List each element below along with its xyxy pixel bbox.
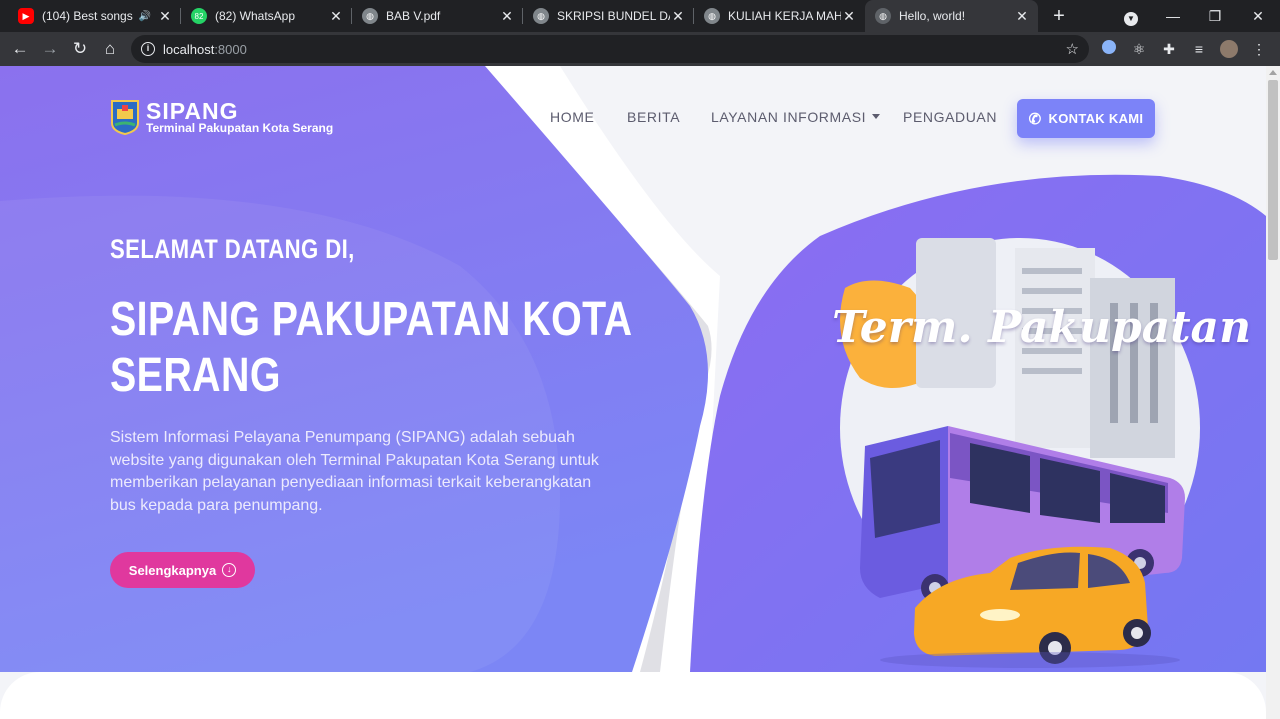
bus-terminal-illustration [840, 238, 1200, 668]
address-bar[interactable]: i localhost:8000 ☆ [131, 35, 1089, 63]
restore-button[interactable]: ❐ [1200, 4, 1230, 28]
tab-strip: ▶ (104) Best songs to 🔊 ✕ 82 (82) WhatsA… [0, 0, 1280, 32]
nav-layanan-informasi[interactable]: LAYANAN INFORMASI [711, 109, 881, 125]
page-viewport: SIPANG Terminal Pakupatan Kota Serang HO… [0, 66, 1266, 719]
chrome-menu-icon[interactable]: ⋮ [1250, 40, 1268, 58]
profile-avatar[interactable] [1220, 40, 1238, 58]
tab-whatsapp[interactable]: 82 (82) WhatsApp ✕ [181, 0, 352, 32]
nav-home[interactable]: HOME [550, 109, 594, 125]
browser-toolbar: ← → ↻ ⌂ i localhost:8000 ☆ ⚛ ✚ ≡ ⋮ [0, 32, 1280, 66]
hero-title: SIPANG PAKUPATAN KOTA SERANG [110, 293, 632, 402]
close-tab-icon[interactable]: ✕ [841, 8, 857, 24]
next-section-card [0, 672, 1266, 719]
minimize-button[interactable]: — [1158, 4, 1188, 28]
close-tab-icon[interactable]: ✕ [499, 8, 515, 24]
react-devtools-icon[interactable]: ⚛ [1130, 40, 1148, 58]
globe-icon: ◍ [875, 8, 891, 24]
caret-down-icon [872, 114, 881, 119]
tab-title: Hello, world! [899, 9, 966, 23]
close-tab-icon[interactable]: ✕ [670, 8, 686, 24]
illustration-label: Term. Pakupatan [832, 302, 1252, 353]
tab-title: (104) Best songs to [42, 9, 133, 23]
globe-icon: ◍ [533, 8, 549, 24]
home-button[interactable]: ⌂ [98, 37, 122, 61]
extension-icon[interactable] [1100, 40, 1118, 58]
nav-pengaduan[interactable]: PENGADUAN [903, 109, 997, 125]
nav-layanan-label: LAYANAN INFORMASI [711, 109, 867, 125]
contact-label: KONTAK KAMI [1048, 111, 1144, 126]
read-more-button[interactable]: Selengkapnya ↓ [110, 552, 255, 588]
arrow-down-circle-icon: ↓ [222, 563, 237, 577]
close-window-button[interactable]: ✕ [1243, 4, 1273, 28]
read-more-label: Selengkapnya [128, 562, 217, 578]
hero-description: Sistem Informasi Pelayana Penumpang (SIP… [110, 429, 599, 514]
tab-youtube[interactable]: ▶ (104) Best songs to 🔊 ✕ [8, 0, 181, 32]
audio-icon[interactable]: 🔊 [139, 11, 151, 22]
logo-subtitle: Terminal Pakupatan Kota Serang [146, 120, 334, 135]
back-button[interactable]: ← [8, 37, 32, 61]
tab-hello-world[interactable]: ◍ Hello, world! ✕ [865, 0, 1038, 32]
tab-skripsi[interactable]: ◍ SKRIPSI BUNDEL DAN ✕ [523, 0, 694, 32]
logo-name: SIPANG [146, 97, 239, 124]
tab-title: (82) WhatsApp [215, 9, 296, 23]
scroll-up-icon[interactable] [1269, 70, 1277, 75]
forward-button[interactable]: → [38, 37, 62, 61]
reload-button[interactable]: ↻ [68, 37, 92, 61]
globe-icon: ◍ [362, 8, 378, 24]
bookmark-star-icon[interactable]: ☆ [1066, 40, 1079, 58]
hero-greeting: SELAMAT DATANG DI, [110, 234, 355, 264]
globe-icon: ◍ [704, 8, 720, 24]
tab-title: BAB V.pdf [386, 9, 441, 23]
scrollbar-thumb[interactable] [1268, 80, 1278, 260]
whatsapp-icon: 82 [191, 8, 207, 24]
url-text[interactable]: localhost:8000 [163, 42, 247, 57]
tab-title: SKRIPSI BUNDEL DAN [557, 9, 670, 23]
tab-title: KULIAH KERJA MAHASI [728, 9, 841, 23]
tab-search-button[interactable]: ▼ [1116, 4, 1146, 28]
new-tab-button[interactable]: + [1048, 5, 1070, 27]
url-host: localhost [163, 42, 215, 57]
tab-kuliah[interactable]: ◍ KULIAH KERJA MAHASI ✕ [694, 0, 865, 32]
site-logo[interactable]: SIPANG Terminal Pakupatan Kota Serang [110, 99, 333, 135]
url-port: :8000 [214, 42, 247, 57]
nav-berita[interactable]: BERITA [627, 109, 680, 125]
site-info-icon[interactable]: i [141, 42, 155, 56]
page-scrollbar[interactable] [1266, 66, 1280, 719]
contact-button[interactable]: ✆ KONTAK KAMI [1017, 99, 1155, 138]
banten-emblem-icon [111, 100, 139, 135]
phone-icon: ✆ [1028, 110, 1042, 128]
reading-list-icon[interactable]: ≡ [1190, 40, 1208, 58]
tab-bab-v[interactable]: ◍ BAB V.pdf ✕ [352, 0, 523, 32]
close-tab-icon[interactable]: ✕ [157, 8, 173, 24]
youtube-icon: ▶ [18, 8, 34, 24]
close-tab-icon[interactable]: ✕ [328, 8, 344, 24]
puzzle-extensions-icon[interactable]: ✚ [1160, 40, 1178, 58]
close-tab-icon[interactable]: ✕ [1014, 8, 1030, 24]
